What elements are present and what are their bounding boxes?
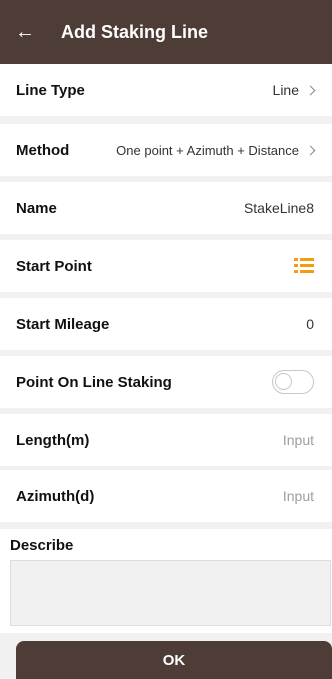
method-value-wrap: One point + Azimuth + Distance [116, 142, 316, 158]
name-value[interactable]: StakeLine8 [244, 200, 314, 216]
method-label: Method [16, 141, 70, 159]
start-mileage-label: Start Mileage [16, 315, 110, 333]
point-on-line-row[interactable]: Point On Line Staking [0, 356, 332, 408]
line-type-label: Line Type [16, 81, 85, 99]
ok-button[interactable]: OK [16, 641, 332, 679]
chevron-right-icon [305, 145, 316, 155]
chevron-right-icon [305, 85, 316, 95]
arrow-left-icon: ← [15, 20, 35, 43]
length-input[interactable]: Input [283, 432, 314, 448]
length-row[interactable]: Length(m) Input [0, 414, 332, 466]
line-type-row[interactable]: Line Type Line [0, 64, 332, 116]
toggle-knob [275, 373, 292, 390]
azimuth-input[interactable]: Input [283, 488, 314, 504]
length-label: Length(m) [16, 431, 90, 449]
start-point-label: Start Point [16, 257, 92, 275]
azimuth-row[interactable]: Azimuth(d) Input [0, 470, 332, 522]
list-icon[interactable] [294, 258, 314, 274]
point-on-line-label: Point On Line Staking [16, 373, 172, 391]
line-type-value-wrap: Line [272, 82, 316, 98]
start-mileage-row[interactable]: Start Mileage 0 [0, 298, 332, 350]
describe-label: Describe [10, 537, 74, 554]
app-header: ← Add Staking Line [0, 0, 332, 64]
back-button[interactable]: ← [0, 0, 50, 64]
method-row[interactable]: Method One point + Azimuth + Distance [0, 124, 332, 176]
point-on-line-toggle[interactable] [272, 370, 314, 394]
start-point-row[interactable]: Start Point [0, 240, 332, 292]
start-mileage-value[interactable]: 0 [306, 316, 314, 332]
describe-textarea[interactable] [10, 560, 331, 626]
line-type-value: Line [272, 82, 299, 98]
method-value: One point + Azimuth + Distance [116, 142, 299, 158]
describe-section: Describe [0, 529, 332, 633]
azimuth-label: Azimuth(d) [16, 487, 95, 505]
name-row[interactable]: Name StakeLine8 [0, 182, 332, 234]
page-title: Add Staking Line [61, 21, 209, 42]
name-label: Name [16, 199, 57, 217]
